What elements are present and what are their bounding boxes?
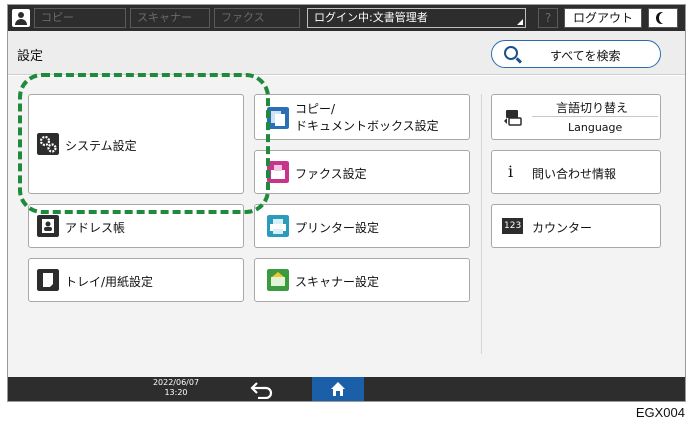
language-switch-icon (504, 110, 522, 126)
login-status-label: ログイン中:文書管理者 (314, 11, 428, 24)
device-screen: コピー スキャナー ファクス ログイン中:文書管理者 ? ログアウト 設定 すべ… (7, 4, 686, 402)
language-separator (532, 116, 658, 117)
counter-label: カウンター (532, 221, 593, 235)
inquiry-info-button[interactable]: i 問い合わせ情報 (491, 150, 661, 194)
moon-icon (659, 12, 670, 24)
tray-paper-settings-label: トレイ/用紙設定 (65, 275, 154, 289)
paper-tray-icon (37, 269, 59, 291)
home-icon (331, 382, 345, 396)
language-switch-label: 言語切り替え (556, 101, 629, 115)
printer-icon (267, 215, 289, 237)
user-icon[interactable] (12, 9, 30, 27)
info-icon: i (508, 162, 514, 181)
inquiry-info-label: 問い合わせ情報 (532, 167, 617, 181)
fax-icon (267, 161, 289, 183)
scanner-settings-button[interactable]: スキャナー設定 (254, 258, 470, 302)
language-english-label: Language (568, 121, 623, 134)
highlight-callout (18, 73, 270, 214)
time-label: 13:20 (164, 388, 188, 397)
search-all-button[interactable]: すべてを検索 (491, 40, 661, 68)
address-book-icon (37, 215, 59, 237)
scanner-settings-label: スキャナー設定 (295, 275, 380, 289)
language-switch-button[interactable]: 言語切り替え Language (491, 94, 661, 140)
header: 設定 すべてを検索 (8, 31, 685, 75)
back-arrow-icon (250, 382, 273, 400)
tab-scanner[interactable]: スキャナー (130, 8, 210, 28)
copy-document-box-settings-button[interactable]: コピー/ ドキュメントボックス設定 (254, 94, 470, 140)
bottom-bar: 2022/06/07 13:20 (8, 377, 685, 401)
tray-paper-settings-button[interactable]: トレイ/用紙設定 (28, 258, 244, 302)
date-time: 2022/06/07 13:20 (151, 378, 201, 398)
printer-settings-label: プリンター設定 (295, 221, 380, 235)
top-bar: コピー スキャナー ファクス ログイン中:文書管理者 ? ログアウト (8, 5, 685, 31)
copy-settings-label-line1: コピー/ (295, 102, 336, 116)
figure-code: EGX004 (635, 405, 685, 420)
scanner-icon (267, 269, 289, 291)
search-all-label: すべてを検索 (550, 49, 621, 63)
date-label: 2022/06/07 (152, 378, 200, 387)
logout-button[interactable]: ログアウト (564, 8, 642, 28)
fax-settings-button[interactable]: ファクス設定 (254, 150, 470, 194)
copy-icon (267, 107, 289, 129)
column-divider (481, 94, 482, 354)
login-status[interactable]: ログイン中:文書管理者 (307, 8, 526, 28)
search-icon (504, 46, 518, 60)
corner-marker-icon (517, 19, 523, 25)
back-button[interactable] (248, 379, 276, 400)
help-button[interactable]: ? (538, 8, 558, 28)
tab-fax[interactable]: ファクス (214, 8, 300, 28)
address-book-label: アドレス帳 (65, 221, 126, 235)
home-button[interactable] (312, 377, 364, 401)
energy-saver-button[interactable] (648, 8, 678, 28)
copy-settings-label-line2: ドキュメントボックス設定 (295, 119, 439, 133)
counter-button[interactable]: 123 カウンター (491, 204, 661, 248)
tab-copy[interactable]: コピー (34, 8, 126, 28)
fax-settings-label: ファクス設定 (295, 167, 367, 181)
page-title: 設定 (17, 49, 44, 64)
printer-settings-button[interactable]: プリンター設定 (254, 204, 470, 248)
counter-icon: 123 (502, 218, 524, 234)
